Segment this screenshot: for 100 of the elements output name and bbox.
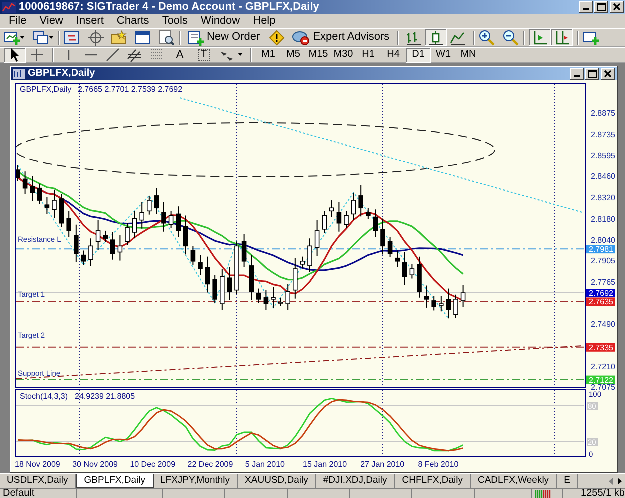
- candle: [140, 202, 144, 230]
- window-icon[interactable]: [135, 30, 151, 46]
- candle: [205, 256, 210, 294]
- price-tag: 2.7635: [586, 298, 615, 307]
- price-tag: 2.7692: [586, 289, 615, 298]
- vertical-line-icon: [68, 50, 70, 60]
- maximize-icon: [596, 3, 606, 11]
- candle: [220, 268, 225, 311]
- timeframe-button[interactable]: M1: [256, 48, 281, 62]
- menu-item[interactable]: Tools: [157, 14, 196, 28]
- candle: [22, 171, 28, 195]
- date-label: 5 Jan 2010: [245, 460, 285, 469]
- crosshair-icon[interactable]: [88, 30, 104, 46]
- candle: [110, 232, 116, 260]
- caret-icon[interactable]: [20, 36, 25, 40]
- menu-item[interactable]: Help: [248, 14, 284, 28]
- chart-tab[interactable]: E: [557, 474, 578, 488]
- windows-icon[interactable]: [33, 30, 49, 46]
- menu-item[interactable]: Window: [196, 14, 248, 28]
- candle: [439, 296, 444, 312]
- horizontal-line-icon: [85, 54, 97, 56]
- profile-status: Default: [0, 488, 77, 498]
- close-button[interactable]: [610, 1, 624, 13]
- indicator-name: Stoch(14,3,3): [20, 392, 68, 401]
- maximize-button[interactable]: [585, 68, 599, 80]
- candle: [118, 235, 123, 262]
- chart-shift-button[interactable]: [550, 29, 573, 46]
- close-button[interactable]: [601, 68, 615, 80]
- timeframe-button[interactable]: M15: [306, 48, 331, 62]
- maximize-icon: [588, 70, 596, 78]
- candle: [66, 210, 72, 238]
- minimize-icon: [583, 8, 589, 10]
- candle: [380, 218, 386, 256]
- chart-window-title: GBPLFX,Daily: [28, 68, 96, 79]
- zoom-out-icon[interactable]: [502, 30, 519, 46]
- candle: [424, 285, 430, 308]
- chart-plus-icon[interactable]: [582, 30, 599, 46]
- close-icon: [613, 3, 621, 11]
- chart-tab[interactable]: CADLFX,Weekly: [470, 474, 558, 488]
- auto-scroll-button[interactable]: [528, 29, 551, 46]
- timeframe-button[interactable]: W1: [431, 48, 456, 62]
- caret-icon[interactable]: [49, 36, 54, 40]
- chart-tab[interactable]: CHFLFX,Daily: [395, 474, 471, 488]
- folder-star-icon[interactable]: [111, 30, 127, 46]
- price-label: 2.7490: [591, 320, 616, 329]
- candle: [330, 200, 334, 218]
- text-tool-button[interactable]: A: [168, 48, 192, 62]
- magnifier-icon[interactable]: [159, 30, 175, 46]
- warning-icon[interactable]: [269, 30, 286, 46]
- timeframe-button[interactable]: M30: [331, 48, 356, 62]
- candle: [227, 266, 232, 301]
- minimize-button[interactable]: [570, 68, 584, 80]
- zoom-in-icon[interactable]: [478, 30, 495, 46]
- candle: [96, 220, 101, 251]
- chart-tab[interactable]: #DJI.XDJ,Daily: [316, 474, 396, 488]
- date-label: 18 Nov 2009: [15, 460, 60, 469]
- candle: [417, 256, 422, 298]
- trend-line-icon: [105, 47, 121, 63]
- candle: [147, 195, 152, 216]
- menu-item[interactable]: Charts: [112, 14, 158, 28]
- price-label: 2.7765: [591, 278, 616, 287]
- menu-item[interactable]: File: [4, 14, 35, 28]
- chart-tab[interactable]: LFXJPY,Monthly: [154, 474, 238, 488]
- text-label-tool-button[interactable]: T: [192, 48, 216, 62]
- candle: [162, 202, 166, 232]
- price-label: 2.8595: [591, 152, 616, 161]
- price-label: 2.7075: [591, 382, 616, 392]
- date-label: 22 Dec 2009: [188, 460, 234, 469]
- caret-icon[interactable]: [238, 53, 243, 57]
- candle: [366, 208, 371, 220]
- candle: [132, 210, 138, 240]
- candle: [402, 252, 408, 286]
- candle: [278, 297, 284, 307]
- timeframe-button[interactable]: MN: [456, 48, 481, 62]
- new-order-button[interactable]: New Order: [185, 29, 264, 46]
- candle: [168, 210, 174, 230]
- candle: [30, 176, 35, 202]
- cursor-tool-button[interactable]: [4, 48, 26, 62]
- traffic-status: 1255/1 kb: [580, 488, 625, 498]
- chart-window-icon: [13, 68, 25, 78]
- chart-tab[interactable]: GBPLFX,Daily: [76, 474, 154, 488]
- chart-tab[interactable]: XAUUSD,Daily: [238, 474, 316, 488]
- candle: [249, 254, 254, 301]
- chart-plus-icon[interactable]: [4, 30, 20, 46]
- timeframe-button[interactable]: D1: [406, 48, 431, 62]
- chart-type-button[interactable]: [424, 29, 447, 46]
- timeframe-button[interactable]: M5: [281, 48, 306, 62]
- menu-item[interactable]: View: [34, 14, 72, 28]
- window-title: 1000619867: SIGTrader 4 - Demo Account - GBPLFX,Daily: [19, 0, 320, 14]
- expert-advisors-button[interactable]: Expert Advisors: [289, 29, 393, 46]
- timeframe-button[interactable]: H1: [356, 48, 381, 62]
- minimize-button[interactable]: [579, 1, 593, 13]
- candle: [271, 286, 276, 308]
- candle: [358, 184, 364, 218]
- menu-item[interactable]: Insert: [71, 14, 112, 28]
- candle: [88, 238, 94, 266]
- candle: [286, 284, 290, 311]
- maximize-button[interactable]: [594, 1, 608, 13]
- timeframe-button[interactable]: H4: [381, 48, 406, 62]
- candle: [81, 250, 86, 266]
